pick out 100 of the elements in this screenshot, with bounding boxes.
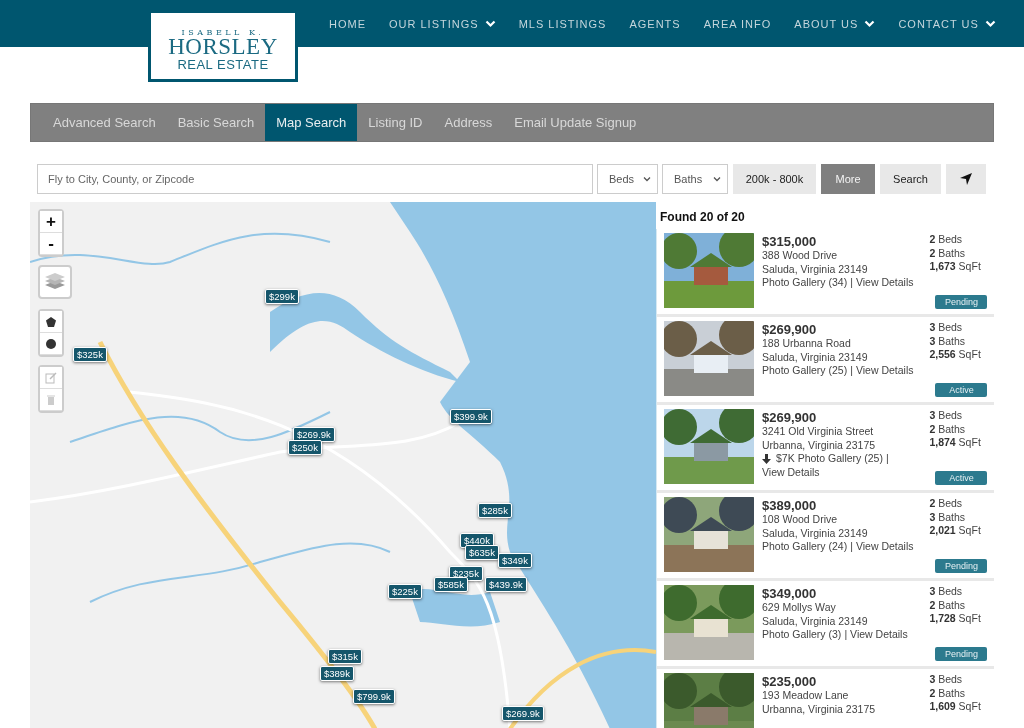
price-marker[interactable]: $269.9k — [502, 706, 544, 721]
zoom-in-button[interactable]: + — [40, 211, 62, 233]
price-marker[interactable]: $285k — [478, 503, 512, 518]
status-badge: Pending — [935, 647, 988, 661]
listing-address: 629 Mollys Way — [762, 601, 837, 615]
price-marker[interactable]: $225k — [388, 584, 422, 599]
trash-icon — [45, 393, 57, 406]
logo[interactable]: ISABELL K. HORSLEY REAL ESTATE — [148, 10, 298, 82]
beds-count: 3 Beds — [929, 673, 964, 687]
price-marker[interactable]: $585k — [434, 577, 468, 592]
chevron-down-icon — [713, 176, 721, 182]
status-badge: Active — [935, 383, 988, 397]
photo-gallery-link[interactable]: Photo Gallery (25) — [762, 364, 848, 378]
square-footage: 2,021 SqFt — [929, 524, 982, 538]
nav-link[interactable]: OUR LISTINGS — [389, 17, 496, 30]
baths-count: 2 Baths — [929, 686, 967, 700]
beds-count: 2 Beds — [929, 233, 964, 247]
location-search-field[interactable]: Fly to City, County, or Zipcode — [37, 164, 593, 194]
chevron-down-icon — [643, 176, 651, 182]
beds-count: 3 Beds — [929, 585, 964, 599]
beds-count: 2 Beds — [929, 497, 964, 511]
edit-icon — [45, 371, 57, 384]
layers-button[interactable] — [38, 265, 72, 299]
price-range-button[interactable]: 200k - 800k — [733, 164, 816, 194]
listing-city: Urbanna, Virginia 23175 — [762, 702, 877, 716]
photo-gallery-link[interactable]: Photo Gallery (3) — [762, 628, 842, 642]
nav-link[interactable]: HOME — [329, 17, 366, 30]
status-badge: Pending — [935, 559, 988, 573]
listing-price: $389,000 — [762, 498, 818, 513]
price-marker[interactable]: $389k — [320, 666, 354, 681]
listing-city: Urbanna, Virginia 23175 — [762, 438, 877, 452]
square-footage: 1,874 SqFt — [929, 436, 982, 450]
link-separator: | — [850, 276, 853, 290]
baths-count: 2 Baths — [929, 422, 967, 436]
baths-count: 2 Baths — [929, 598, 967, 612]
view-details-link[interactable]: View Details — [762, 465, 820, 479]
search-button[interactable]: Search — [880, 164, 941, 194]
price-marker[interactable]: $799.9k — [353, 689, 395, 704]
polygon-draw-button[interactable] — [40, 311, 62, 333]
price-marker[interactable]: $250k — [288, 440, 322, 455]
baths-count: 3 Baths — [929, 510, 967, 524]
square-footage: 2,556 SqFt — [929, 348, 982, 362]
beds-count: 3 Beds — [929, 321, 964, 335]
photo-gallery-link[interactable]: Photo Gallery (24) — [762, 540, 848, 554]
listing-price: $235,000 — [762, 674, 818, 689]
price-marker[interactable]: $439.9k — [485, 577, 527, 592]
results-count: Found 20 of 20 — [659, 209, 746, 226]
listing-price: $269,900 — [762, 410, 818, 425]
square-footage: 1,728 SqFt — [929, 612, 982, 626]
layers-icon — [44, 272, 66, 292]
status-badge: Active — [935, 471, 988, 485]
beds-dropdown[interactable]: Beds — [597, 164, 658, 194]
listing-city: Saluda, Virginia 23149 — [762, 526, 869, 540]
nav-link[interactable]: AREA INFO — [703, 17, 772, 30]
price-marker[interactable]: $299k — [265, 289, 299, 304]
nav-link[interactable]: ABOUT US — [794, 17, 876, 30]
link-separator: | — [850, 364, 853, 378]
price-marker[interactable]: $399.9k — [450, 409, 492, 424]
price-marker[interactable]: $315k — [328, 649, 362, 664]
price-marker[interactable]: $269.9k — [293, 427, 335, 442]
listing-address: 188 Urbanna Road — [762, 337, 852, 351]
status-badge: Pending — [935, 295, 988, 309]
square-footage: 1,609 SqFt — [929, 700, 982, 714]
square-footage: 1,673 SqFt — [929, 260, 982, 274]
baths-count: 3 Baths — [929, 334, 967, 348]
link-separator: | — [850, 540, 853, 554]
view-details-link[interactable]: View Details — [855, 540, 914, 554]
baths-count: 2 Baths — [929, 246, 967, 260]
link-separator: | — [844, 628, 848, 642]
price-drop: $7K — [776, 452, 795, 466]
listing-address: 108 Wood Drive — [762, 513, 839, 527]
nav-link[interactable]: MLS LISTINGS — [518, 17, 607, 30]
view-details-link[interactable]: View Details — [855, 276, 914, 290]
view-details-link[interactable]: View Details — [855, 364, 914, 378]
navigation-arrow-icon — [959, 172, 973, 186]
more-button[interactable]: More — [821, 164, 875, 194]
baths-dropdown[interactable]: Baths — [662, 164, 728, 194]
photo-gallery-link[interactable]: Photo Gallery (34) — [762, 276, 848, 290]
search-tab[interactable]: Map Search — [265, 104, 358, 141]
circle-icon — [45, 337, 57, 350]
price-drop-arrow-icon — [762, 453, 771, 464]
listing-price: $349,000 — [762, 586, 818, 601]
locate-button[interactable] — [946, 164, 986, 194]
listing-address: 193 Meadow Lane — [762, 689, 850, 703]
nav-link[interactable]: CONTACT US — [898, 17, 996, 30]
listing-city: Saluda, Virginia 23149 — [762, 350, 869, 364]
view-details-link[interactable]: View Details — [850, 628, 908, 642]
listing-price: $315,000 — [762, 234, 818, 249]
listing-city: Saluda, Virginia 23149 — [762, 614, 869, 628]
nav-link[interactable]: AGENTS — [629, 17, 681, 30]
listing-price: $269,900 — [762, 322, 818, 337]
link-separator: | — [885, 452, 889, 466]
pentagon-icon — [45, 315, 57, 328]
listing-address: 3241 Old Virginia Street — [762, 425, 875, 439]
price-marker[interactable]: $635k — [465, 545, 499, 560]
photo-gallery-link[interactable]: Photo Gallery (25) — [797, 452, 883, 466]
price-marker[interactable]: $325k — [73, 347, 107, 362]
beds-count: 3 Beds — [929, 409, 964, 423]
listing-address: 388 Wood Drive — [762, 249, 839, 263]
price-marker[interactable]: $349k — [498, 553, 532, 568]
